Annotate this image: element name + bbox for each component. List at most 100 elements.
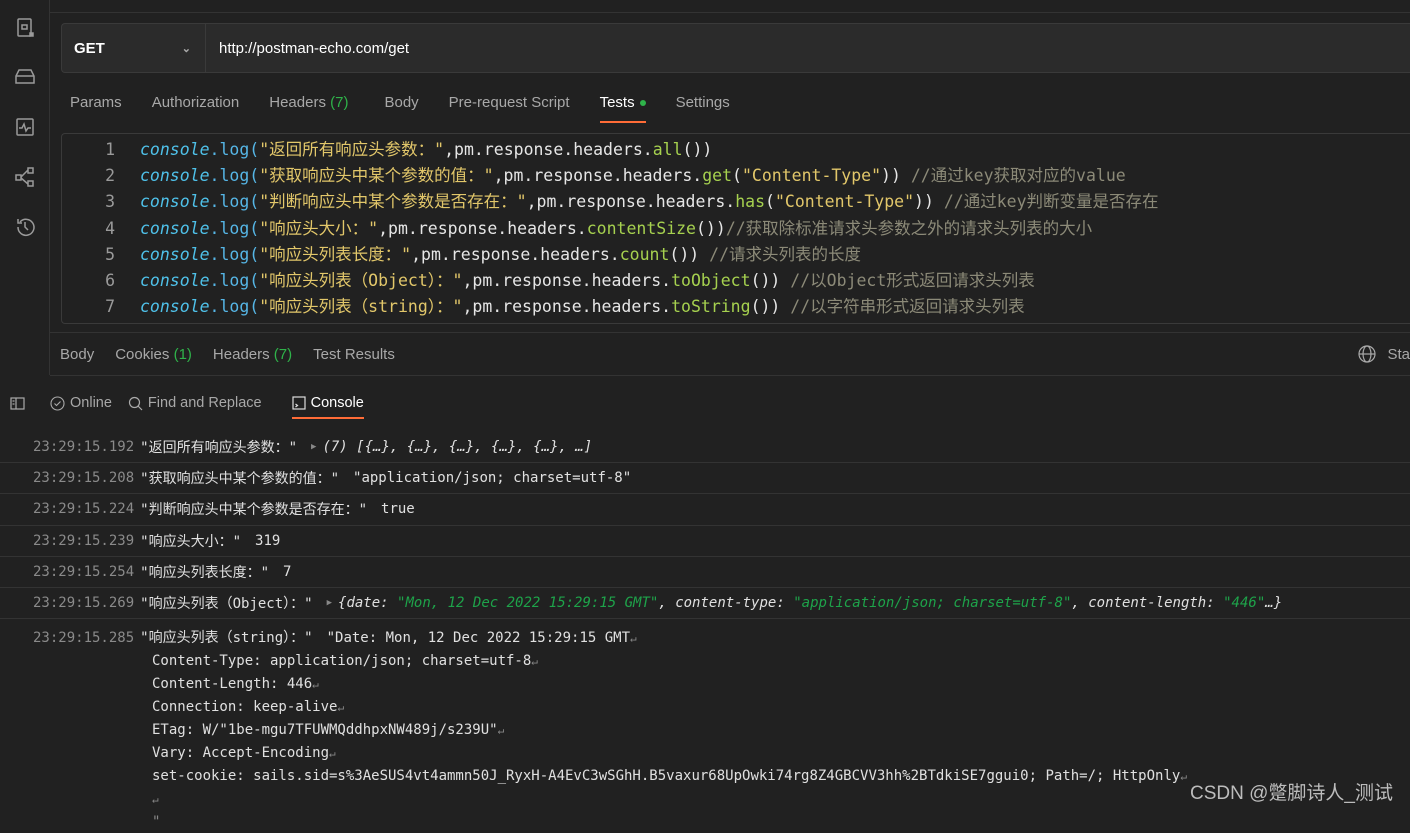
api-icon[interactable]: [14, 17, 36, 39]
code-token: .log(: [209, 218, 260, 238]
code-token: "响应头列表长度：": [259, 244, 412, 264]
header-line: ETag: W/"1be-mgu7TFUWMQddhpxNW489j/s239U…: [152, 722, 498, 739]
code-token: console: [140, 270, 210, 290]
log-object[interactable]: {date: "Mon, 12 Dec 2022 15:29:15 GMT", …: [338, 595, 1282, 611]
code-token: )): [914, 192, 934, 212]
code-token: //获取除标准请求头参数之外的请求头列表的大小: [725, 218, 1093, 238]
code-text: console.log("获取响应头中某个参数的值：",pm.response.…: [140, 163, 1126, 189]
request-tabs: Params Authorization Headers (7) Body Pr…: [70, 88, 760, 123]
header-line: Content-Length: 446: [152, 676, 313, 693]
code-line[interactable]: 1 console.log("返回所有响应头参数：",pm.response.he…: [62, 137, 1410, 163]
tab-label: Pre-request Script: [448, 94, 570, 111]
toggle-sidebar-button[interactable]: [10, 385, 30, 421]
online-status[interactable]: Online: [50, 385, 112, 421]
code-line[interactable]: 6 console.log("响应头列表（Object）：",pm.respons…: [62, 268, 1410, 294]
tab-cookies[interactable]: Cookies (1): [115, 346, 192, 363]
console-log: 23:29:15.192 "返回所有响应头参数：" ▶ (7) [{…}, {…}, …: [0, 432, 1410, 833]
watermark: CSDN @蹩脚诗人_测试: [1190, 783, 1393, 804]
log-message: "响应头列表（Object）：": [140, 596, 313, 613]
code-line[interactable]: 3 console.log("判断响应头中某个参数是否存在：",pm.respon…: [62, 189, 1410, 215]
line-number: 4: [105, 218, 115, 238]
code-token: ,pm.response.headers.: [462, 297, 672, 317]
code-token: console: [140, 192, 210, 212]
online-label: Online: [70, 395, 112, 411]
line-number: 6: [105, 270, 115, 290]
expand-arrow-icon[interactable]: ▶: [311, 442, 316, 452]
timestamp: 23:29:15.239: [33, 532, 135, 549]
timestamp: 23:29:15.269: [33, 595, 135, 612]
code-text: console.log("响应头列表（Object）：",pm.response…: [140, 268, 1035, 294]
tab-label: Headers: [212, 345, 270, 363]
timestamp: 23:29:15.254: [33, 563, 135, 580]
tab-label: Tests: [599, 94, 635, 111]
method-select[interactable]: GET ⌄: [62, 24, 206, 72]
code-token: .log(: [209, 166, 260, 186]
modified-dot-icon: [639, 100, 646, 106]
code-token: "响应头列表（string）：": [259, 297, 463, 317]
code-token: all: [652, 140, 683, 159]
code-token: ,pm.response.headers.: [493, 166, 703, 186]
tab-response-body[interactable]: Body: [60, 346, 94, 363]
tab-headers[interactable]: Headers (7): [269, 88, 348, 123]
console-toolbar: Online Find and Replace Console: [0, 385, 1410, 421]
expand-arrow-icon[interactable]: ▶: [327, 598, 332, 608]
tab-authorization[interactable]: Authorization: [152, 88, 240, 123]
code-line[interactable]: 7 console.log("响应头列表（string）：",pm.respons…: [62, 294, 1410, 320]
code-line[interactable]: 2 console.log("获取响应头中某个参数的值：",pm.response…: [62, 163, 1410, 189]
code-line[interactable]: 5 console.log("响应头列表长度：",pm.response.head…: [62, 242, 1410, 268]
code-token: ()): [696, 218, 726, 238]
log-message: "响应头列表长度：": [140, 564, 270, 581]
code-token: (: [732, 166, 742, 186]
code-token: toString: [671, 297, 751, 317]
tab-body[interactable]: Body: [384, 88, 418, 123]
console-row: 23:29:15.269 "响应头列表（Object）：" ▶ {date: "Mon…: [0, 588, 1410, 620]
tab-tests[interactable]: Tests: [599, 88, 646, 123]
tab-console[interactable]: Console: [291, 385, 365, 421]
sidebar-icon: [10, 396, 25, 410]
sidebar: [0, 0, 50, 375]
flows-icon[interactable]: [14, 166, 36, 188]
code-token: ()): [669, 244, 700, 264]
code-token: //通过key获取对应的value: [900, 166, 1126, 186]
tab-pre-request-script[interactable]: Pre-request Script: [449, 88, 570, 123]
log-value[interactable]: (7) [{…}, {…}, {…}, {…}, {…}, …]: [322, 439, 592, 455]
url-bar: GET ⌄ http://postman-echo.com/get: [61, 23, 1410, 73]
code-token: contentSize: [586, 218, 696, 238]
code-token: ,pm.response.headers.: [526, 192, 736, 212]
line-number: 1: [105, 140, 115, 159]
tab-label: Headers: [269, 94, 326, 111]
code-line[interactable]: 4 console.log("响应头大小：",pm.response.header…: [62, 216, 1410, 242]
check-circle-icon: [50, 395, 65, 411]
find-label: Find and Replace: [147, 395, 262, 411]
tab-params[interactable]: Params: [70, 88, 122, 123]
code-token: ()): [750, 270, 781, 290]
url-input[interactable]: http://postman-echo.com/get: [206, 24, 409, 72]
globe-icon[interactable]: [1358, 345, 1376, 363]
code-text: console.log("响应头列表（string）：",pm.response…: [140, 294, 1025, 320]
method-label: GET: [74, 39, 105, 57]
header-line: Vary: Accept-Encoding: [152, 745, 330, 762]
test-script-editor[interactable]: 1 console.log("返回所有响应头参数：",pm.response.he…: [61, 133, 1410, 324]
environment-icon[interactable]: [14, 66, 36, 88]
monitor-icon[interactable]: [14, 116, 36, 138]
code-token: "判断响应头中某个参数是否存在：": [259, 192, 527, 212]
line-number: 3: [105, 192, 115, 212]
code-token: "响应头列表（Object）：": [259, 270, 463, 290]
history-icon[interactable]: [14, 216, 36, 238]
log-message: "响应头大小：": [140, 533, 242, 550]
tab-settings[interactable]: Settings: [676, 88, 730, 123]
find-replace-button[interactable]: Find and Replace: [128, 385, 262, 421]
tab-test-results[interactable]: Test Results: [313, 346, 395, 363]
code-token: ,pm.response.headers.: [444, 140, 653, 159]
tab-label: Params: [70, 94, 122, 111]
code-token: //以Object形式返回请求头列表: [780, 270, 1035, 290]
console-icon: [291, 396, 306, 410]
code-token: "Content-Type": [741, 166, 882, 186]
tab-response-headers[interactable]: Headers (7): [213, 346, 292, 363]
code-token: ()): [750, 297, 781, 317]
tab-label: Cookies: [115, 345, 170, 363]
line-break-icon: ↵: [337, 701, 345, 715]
chevron-down-icon: ⌄: [181, 42, 191, 55]
header-line: Content-Type: application/json; charset=…: [152, 653, 532, 670]
code-token: //请求头列表的长度: [699, 244, 862, 264]
